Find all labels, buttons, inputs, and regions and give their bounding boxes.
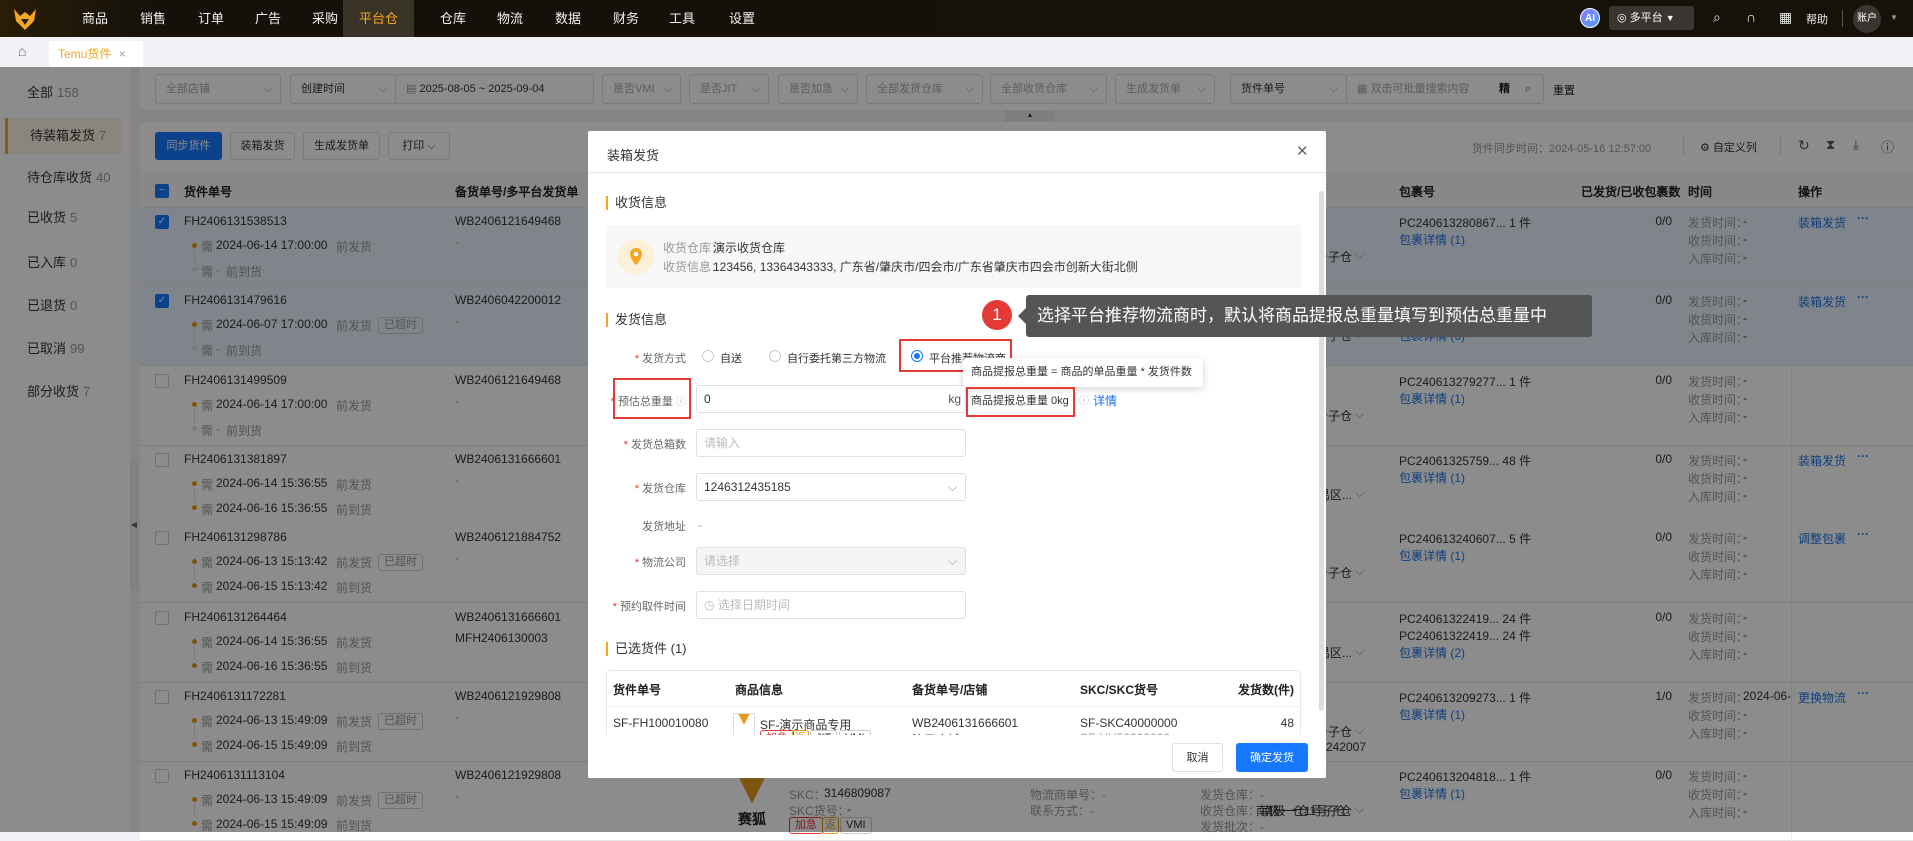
boxes-label: * 发货总箱数 [623,439,686,451]
carrier-label: * 物流公司 [634,557,686,569]
confirm-ship-button[interactable]: 确定发货 [1236,743,1308,772]
ai-button[interactable]: AI [1580,8,1600,28]
weight-detail-link[interactable]: 详情 [1093,392,1117,409]
sel-col-id: 货件单号 [613,683,662,697]
highlight-reported-weight [966,387,1075,417]
platform-switcher[interactable]: ◎ 多平台 ▼ [1609,6,1694,30]
caret-down-icon: ▼ [1665,13,1675,23]
nav-item-10[interactable]: 工具 [663,0,701,37]
ship-addr-label: 发货地址 [642,521,686,533]
ship-wh-select[interactable]: 1246312435185 ⌵ [696,473,966,501]
pickup-datetime-picker[interactable]: ◷ 选择日期时间 [696,591,966,619]
dialog-scrollbar[interactable] [1319,191,1324,711]
sel-row-skc: SF-SKC40000000 [1080,716,1178,730]
pack-ship-dialog: 装箱发货 ✕ 收货信息 收货仓库： 演示收货仓库 收货信息： 123456, 1… [588,131,1326,778]
pickup-label: * 预约取件时间 [612,601,686,613]
sel-row-stock: WB2406131666601 [912,716,1019,730]
logo-icon[interactable] [12,7,38,31]
method-label: * 发货方式 [634,353,686,365]
recv-info-value: 123456, 13364343333, 广东省/肇庆市/四会市/广东省肇庆市四… [713,260,1138,274]
location-pin-icon [618,239,654,275]
account-caret-icon[interactable]: ▼ [1890,13,1898,22]
weight-unit: kg [948,392,961,406]
divider [1842,10,1843,27]
tab-label: Temu货件 [58,47,112,61]
weight-input[interactable]: 0 kg [696,385,966,413]
sel-row-qty: 48 [1280,716,1294,730]
section-shipping: 发货信息 [606,313,667,327]
headset-icon[interactable]: ∩ [1746,9,1756,25]
nav-item-1[interactable]: 销售 [134,0,172,37]
top-nav: 商品 销售 订单 广告 采购 平台仓 仓库 物流 数据 财务 工具 设置 AI ◎ 多平台 ▼ ⌕ ∩… [0,0,1913,37]
nav-item-0[interactable]: 商品 [76,0,114,37]
sel-col-stock: 备货单号/店铺 [912,683,988,697]
search-icon[interactable]: ⌕ [1713,9,1721,26]
nav-item-2[interactable]: 订单 [192,0,230,37]
chevron-down-icon: ⌵ [947,554,957,568]
section-selected: 已选货件 (1) [606,642,687,656]
help-link[interactable]: 帮助 [1806,11,1828,27]
sel-col-qty: 发货数(件) [1238,683,1294,697]
nav-item-5[interactable]: 平台仓 [343,0,415,37]
dialog-title: 装箱发货 [607,148,660,163]
nav-item-6[interactable]: 仓库 [434,0,472,37]
avatar[interactable]: 账户 [1853,5,1881,33]
tab-temu-shipments[interactable]: Temu货件 × [49,41,143,67]
apps-grid-icon[interactable]: ▦ [1779,9,1792,26]
ship-wh-label: * 发货仓库 [634,483,686,495]
clock-icon: ◷ [704,598,718,612]
nav-item-8[interactable]: 数据 [549,0,587,37]
close-icon[interactable]: × [119,47,126,61]
weight-formula-popover: 商品提报总重量 = 商品的单品重量 * 发货件数 [963,358,1203,387]
sel-col-product: 商品信息 [735,683,784,697]
carrier-select[interactable]: 请选择 ⌵ [696,547,966,575]
highlight-weight-label [613,378,691,419]
ship-addr-value: - [698,518,702,532]
nav-item-7[interactable]: 物流 [491,0,529,37]
nav-item-9[interactable]: 财务 [607,0,645,37]
recv-wh-value: 演示收货仓库 [713,241,786,255]
guide-callout: 选择平台推荐物流商时，默认将商品提报总重量填写到预估总重量中 [1018,295,1592,337]
dialog-header: 装箱发货 ✕ [588,131,1326,173]
receiving-info-box: 收货仓库： 演示收货仓库 收货信息： 123456, 13364343333, … [606,225,1301,288]
tab-bar: ⌂ Temu货件 × [0,37,1913,67]
sel-col-skc: SKC/SKC货号 [1080,683,1159,697]
method-radio-third-party[interactable] [769,350,781,362]
method-radio-self[interactable] [702,350,714,362]
section-receiving: 收货信息 [606,196,667,210]
nav-item-4[interactable]: 采购 [306,0,344,37]
platform-label: 多平台 [1629,12,1663,24]
sel-row-id: SF-FH100010080 [613,716,709,730]
chevron-down-icon: ⌵ [947,480,957,494]
nav-item-3[interactable]: 广告 [249,0,287,37]
platform-icon: ◎ [1617,12,1627,24]
boxes-input[interactable]: 请输入 [696,429,966,457]
home-icon[interactable]: ⌂ [18,43,26,59]
help-icon[interactable]: ⓘ [1079,392,1089,407]
nav-item-11[interactable]: 设置 [723,0,761,37]
close-icon[interactable]: ✕ [1296,142,1309,160]
selected-table: 货件单号 商品信息 备货单号/店铺 SKC/SKC货号 发货数(件) SF-FH… [606,670,1301,740]
method-third-party-label[interactable]: 自行委托第三方物流 [787,350,886,366]
cancel-button[interactable]: 取消 [1172,743,1223,772]
step-marker: 1 [982,300,1012,330]
method-self-label[interactable]: 自送 [720,350,742,366]
